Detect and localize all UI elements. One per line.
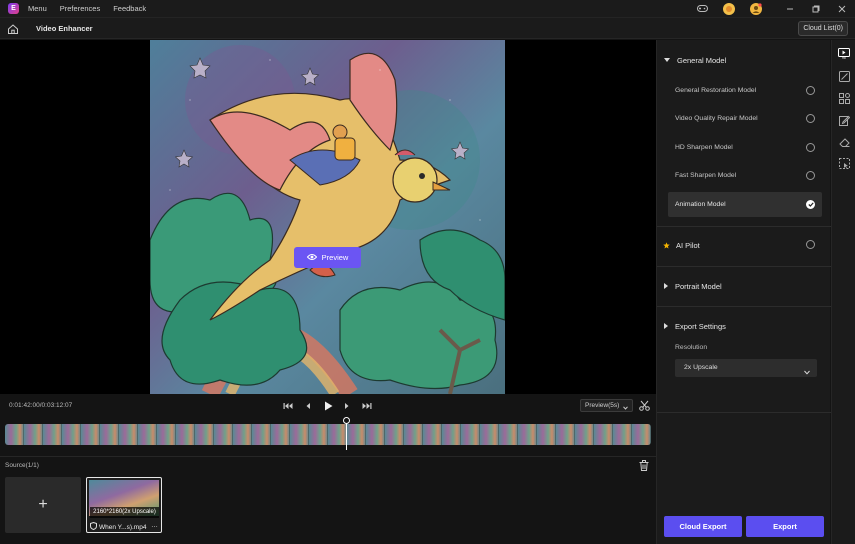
- export-settings-header[interactable]: Export Settings: [657, 316, 831, 336]
- frame-interpolation-icon[interactable]: [838, 70, 850, 82]
- caret-right-icon: [664, 323, 668, 329]
- general-model-header[interactable]: General Model: [657, 50, 831, 70]
- model-label: General Restoration Model: [675, 87, 757, 94]
- resolution-select[interactable]: 2x Upscale: [675, 359, 817, 377]
- file-name-label: When Y...s).mp4: [99, 523, 147, 531]
- page-title: Video Enhancer: [36, 24, 93, 33]
- selection-icon[interactable]: [838, 157, 850, 169]
- eye-icon: [306, 253, 317, 263]
- model-label: Video Quality Repair Model: [675, 115, 758, 122]
- model-label: Animation Model: [675, 201, 726, 208]
- preview-button-label: Preview: [321, 253, 349, 262]
- divider: [0, 456, 656, 457]
- chevron-down-icon: [623, 403, 628, 414]
- header-bar: Video Enhancer Cloud List(0): [0, 17, 855, 39]
- general-model-title: General Model: [677, 55, 727, 65]
- cloud-export-button[interactable]: Cloud Export: [664, 516, 742, 537]
- minimize-icon[interactable]: [777, 0, 803, 17]
- model-option-video-quality-repair[interactable]: Video Quality Repair Model: [668, 106, 822, 131]
- radio-button[interactable]: [806, 114, 815, 123]
- add-source-button[interactable]: +: [5, 477, 81, 533]
- radio-button[interactable]: [806, 86, 815, 95]
- radio-button[interactable]: [806, 171, 815, 180]
- trash-icon[interactable]: [639, 460, 650, 471]
- video-frame: [150, 40, 505, 394]
- file-name: When Y...s).mp4: [90, 521, 147, 532]
- gamepad-icon[interactable]: [696, 3, 708, 15]
- more-options-icon[interactable]: …: [151, 522, 158, 529]
- export-button[interactable]: Export: [746, 516, 824, 537]
- edit-icon[interactable]: [838, 114, 850, 126]
- divider: [657, 266, 831, 267]
- skip-start-icon[interactable]: [282, 400, 294, 412]
- app-logo-letter: E: [11, 5, 16, 12]
- resolution-label: Resolution: [675, 344, 708, 351]
- radio-button[interactable]: [806, 143, 815, 152]
- caret-right-icon: [664, 283, 668, 289]
- timecode: 0:01:42:00/0:03:12:07: [9, 402, 73, 409]
- cloud-list-button[interactable]: Cloud List(0): [798, 21, 848, 36]
- shield-icon: [90, 521, 97, 532]
- playhead[interactable]: [346, 420, 347, 450]
- chevron-down-icon: [804, 365, 810, 375]
- source-label: Source(1/1): [5, 462, 39, 469]
- tool-strip: HD: [831, 40, 855, 544]
- resolution-badge: 2160*2160(2x Upscale): [90, 507, 159, 518]
- source-thumbnail[interactable]: 2160*2160(2x Upscale) When Y...s).mp4 …: [86, 477, 162, 533]
- divider: [657, 226, 831, 227]
- gift-icon[interactable]: [723, 2, 735, 15]
- restore-icon[interactable]: [803, 0, 829, 17]
- home-icon[interactable]: [7, 23, 19, 35]
- playback-controls: 0:01:42:00/0:03:12:07 Preview(5s): [0, 394, 656, 418]
- star-icon: [663, 241, 670, 249]
- playhead-handle[interactable]: [343, 417, 350, 424]
- portrait-model-header[interactable]: Portrait Model: [657, 276, 831, 296]
- model-option-fast-sharpen[interactable]: Fast Sharpen Model: [668, 163, 822, 188]
- ai-pilot-header[interactable]: AI Pilot: [657, 235, 831, 255]
- preview-area: Preview: [0, 40, 656, 394]
- menu-menu[interactable]: Menu: [28, 4, 47, 13]
- step-forward-icon[interactable]: [341, 400, 353, 412]
- step-back-icon[interactable]: [302, 400, 314, 412]
- app-logo: E: [8, 3, 19, 14]
- close-icon[interactable]: [829, 0, 855, 17]
- plus-icon: +: [38, 496, 48, 513]
- divider: [657, 412, 831, 413]
- model-option-hd-sharpen[interactable]: HD Sharpen Model: [668, 135, 822, 160]
- timeline-track[interactable]: [5, 424, 651, 445]
- eraser-icon[interactable]: [838, 136, 850, 148]
- menu-preferences[interactable]: Preferences: [60, 4, 100, 13]
- account-icon[interactable]: [750, 2, 762, 15]
- title-bar: E Menu Preferences Feedback: [0, 0, 855, 17]
- scissors-icon[interactable]: [639, 400, 651, 412]
- svg-text:HD: HD: [842, 55, 846, 58]
- resolution-value: 2x Upscale: [684, 364, 718, 371]
- skip-end-icon[interactable]: [361, 400, 373, 412]
- model-option-animation[interactable]: Animation Model: [668, 192, 822, 217]
- divider: [657, 306, 831, 307]
- caret-down-icon: [664, 58, 670, 62]
- portrait-model-title: Portrait Model: [675, 281, 722, 291]
- settings-panel: General Model General Restoration Model …: [656, 40, 831, 544]
- grid-tools-icon[interactable]: [838, 92, 850, 104]
- play-icon[interactable]: [322, 400, 334, 412]
- model-option-general-restoration[interactable]: General Restoration Model: [668, 78, 822, 103]
- preview-button[interactable]: Preview: [294, 247, 361, 268]
- menu-feedback[interactable]: Feedback: [113, 4, 146, 13]
- model-label: HD Sharpen Model: [675, 144, 733, 151]
- radio-button-checked[interactable]: [806, 200, 815, 209]
- video-enhance-icon[interactable]: HD: [838, 47, 850, 59]
- model-label: Fast Sharpen Model: [675, 172, 737, 179]
- export-settings-title: Export Settings: [675, 321, 726, 331]
- radio-button[interactable]: [806, 240, 815, 249]
- ai-pilot-title: AI Pilot: [676, 240, 700, 250]
- preview-duration-select[interactable]: Preview(5s): [580, 399, 633, 412]
- preview-duration-value: Preview(5s): [585, 402, 620, 409]
